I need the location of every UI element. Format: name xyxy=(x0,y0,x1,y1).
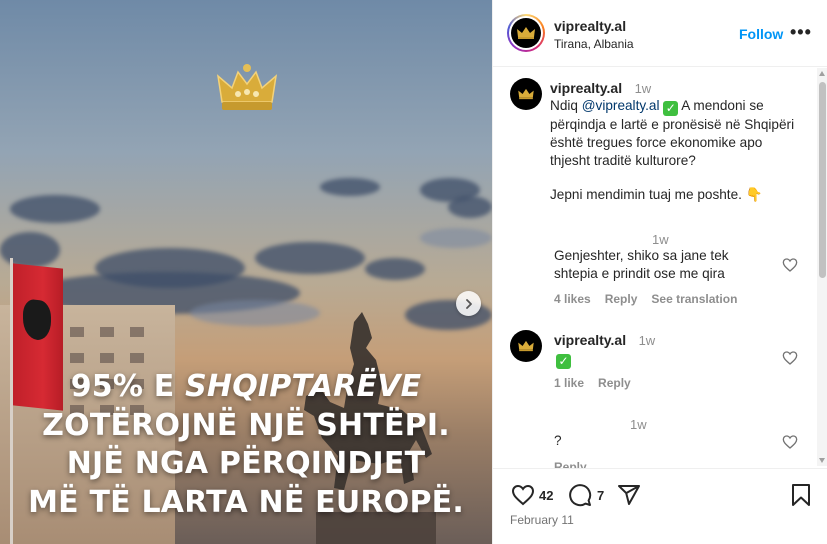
more-options-icon[interactable]: ••• xyxy=(790,22,812,43)
header-username[interactable]: viprealty.al xyxy=(554,18,626,34)
post-headline: 95% E SHQIPTARËVE ZOTËROJNË NJË SHTËPI. … xyxy=(0,368,492,522)
comment-icon[interactable] xyxy=(568,483,592,507)
see-translation-link[interactable]: See translation xyxy=(651,292,737,306)
comment-meta: Reply xyxy=(554,460,601,468)
cloud-shape xyxy=(320,178,380,196)
caption-cta: Jepni mendimin tuaj me poshte. 👇 xyxy=(550,187,763,202)
cloud-shape xyxy=(448,196,492,218)
mention-link[interactable]: @viprealty.al xyxy=(582,98,660,113)
comment-item: 1w Genjeshter, shiko sa jane tek shtepia… xyxy=(493,228,813,310)
comment-likes[interactable]: 1 like xyxy=(554,376,584,390)
avatar[interactable] xyxy=(507,14,545,52)
checkmark-icon: ✓ xyxy=(556,353,571,369)
comments-scrollbar[interactable] xyxy=(817,68,827,466)
comment-item: viprealty.al 1w ✓ 1 like Reply xyxy=(493,328,813,398)
post-image: 95% E SHQIPTARËVE ZOTËROJNË NJË SHTËPI. … xyxy=(0,0,492,544)
headline-line-4: MË TË LARTA NË EUROPË. xyxy=(28,484,464,520)
comment-username[interactable]: viprealty.al xyxy=(554,332,626,348)
caption-time: 1w xyxy=(634,81,652,96)
heart-icon[interactable] xyxy=(782,350,798,366)
cloud-shape xyxy=(255,242,365,274)
crown-icon xyxy=(517,27,535,39)
scroll-down-icon[interactable] xyxy=(819,458,825,463)
comment-text: Genjeshter, shiko sa jane tek shtepia e … xyxy=(554,248,729,281)
cloud-shape xyxy=(365,258,425,280)
crown-icon xyxy=(518,88,534,100)
comment-time: 1w xyxy=(652,232,669,247)
comment-meta: 1 like Reply xyxy=(554,376,645,390)
comment-item: 1w ? Reply xyxy=(493,414,813,468)
share-send-icon[interactable] xyxy=(617,483,641,507)
comments-count[interactable]: 7 xyxy=(597,488,604,503)
checkmark-icon: ✓ xyxy=(663,100,679,116)
comment-time: 1w xyxy=(630,417,647,432)
post-actions: 42 7 xyxy=(493,468,827,544)
scroll-up-icon[interactable] xyxy=(819,71,825,76)
headline-line-1: 95% E SHQIPTARËVE xyxy=(70,369,422,404)
reply-button[interactable]: Reply xyxy=(598,376,631,390)
post-date: February 11 xyxy=(510,513,574,527)
chevron-right-icon xyxy=(465,298,472,309)
crown-logo xyxy=(216,64,278,110)
reply-button[interactable]: Reply xyxy=(605,292,638,306)
follow-button[interactable]: Follow xyxy=(739,26,783,42)
comment-text: ? xyxy=(554,433,562,448)
save-bookmark-icon[interactable] xyxy=(790,483,812,507)
comment-time: 1w xyxy=(638,333,656,348)
like-heart-icon[interactable] xyxy=(511,483,535,507)
heart-icon[interactable] xyxy=(782,434,798,450)
comment-meta: 4 likes Reply See translation xyxy=(554,292,751,306)
header-location[interactable]: Tirana, Albania xyxy=(554,37,634,51)
cloud-shape xyxy=(420,228,492,248)
headline-line-3: NJË NGA PËRQINDJET xyxy=(66,446,426,481)
headline-line-2: ZOTËROJNË NJË SHTËPI. xyxy=(42,407,450,443)
comment-avatar[interactable] xyxy=(510,330,542,362)
heart-icon[interactable] xyxy=(782,257,798,273)
cloud-shape xyxy=(0,232,60,268)
caption-text: Ndiq @viprealty.al ✓ A mendoni se përqin… xyxy=(550,98,795,168)
caption-avatar[interactable] xyxy=(510,78,542,110)
post-sidebar: viprealty.al Tirana, Albania Follow ••• … xyxy=(492,0,827,544)
comment-likes[interactable]: 4 likes xyxy=(554,292,591,306)
post-header: viprealty.al Tirana, Albania Follow ••• xyxy=(493,0,827,67)
comments-list: viprealty.al 1w Ndiq @viprealty.al ✓ A m… xyxy=(493,68,827,468)
crown-icon xyxy=(518,340,534,352)
caption-username[interactable]: viprealty.al xyxy=(550,80,622,96)
scrollbar-thumb[interactable] xyxy=(819,82,826,278)
next-slide-button[interactable] xyxy=(456,291,481,316)
likes-count[interactable]: 42 xyxy=(539,488,553,503)
reply-button[interactable]: Reply xyxy=(554,460,587,468)
cloud-shape xyxy=(10,195,100,223)
caption: viprealty.al 1w Ndiq @viprealty.al ✓ A m… xyxy=(493,68,813,218)
